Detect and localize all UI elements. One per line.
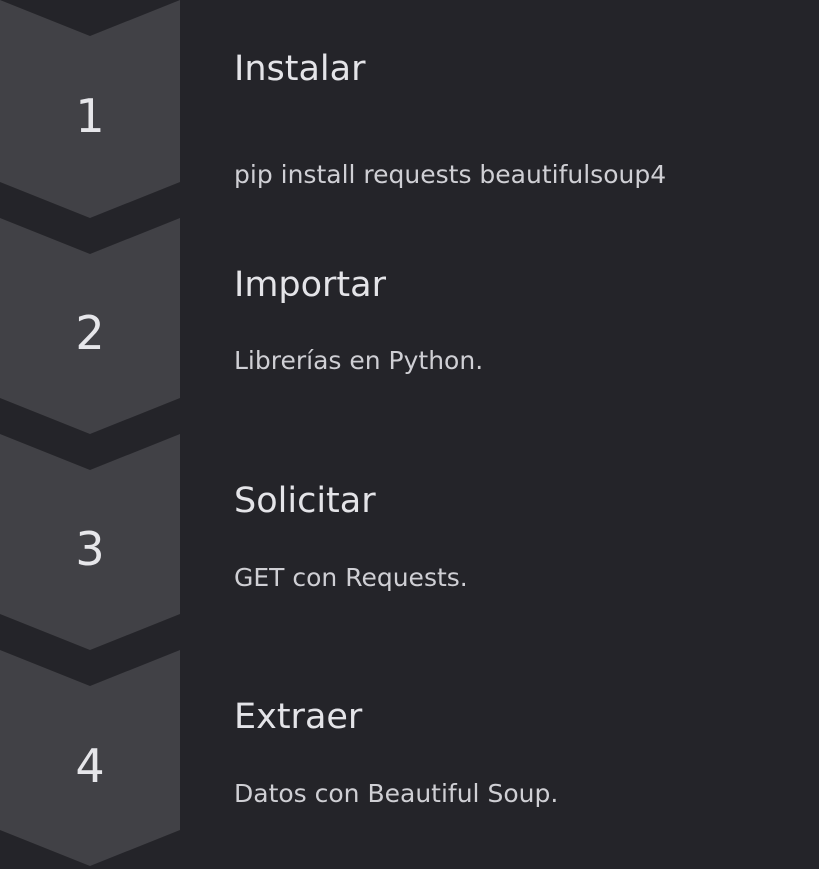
step-1-title: Instalar: [234, 49, 366, 89]
step-3-description: GET con Requests.: [234, 563, 468, 592]
process-diagram: 1 Instalar pip install requests beautifu…: [0, 0, 819, 869]
step-2-description: Librerías en Python.: [234, 346, 484, 375]
step-1-number: 1: [75, 89, 105, 143]
step-4-number: 4: [75, 739, 105, 793]
step-1-description: pip install requests beautifulsoup4: [234, 160, 667, 189]
step-2-number: 2: [75, 306, 105, 360]
step-3-title: Solicitar: [234, 481, 376, 521]
step-3-number: 3: [75, 522, 105, 576]
step-4-title: Extraer: [234, 697, 363, 737]
step-2-title: Importar: [234, 265, 386, 305]
step-4-description: Datos con Beautiful Soup.: [234, 779, 559, 808]
